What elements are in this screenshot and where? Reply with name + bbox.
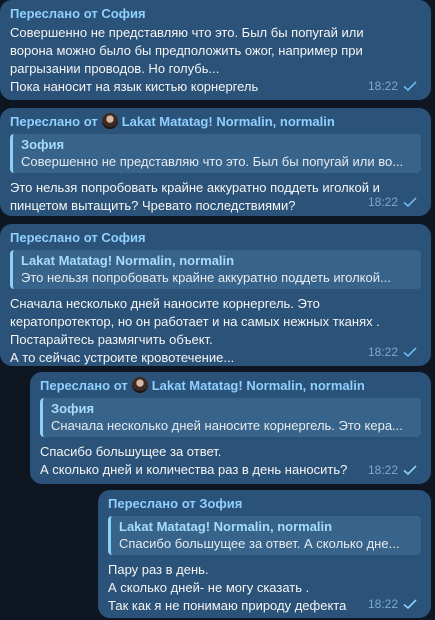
quote-text: Сначала несколько дней наносите корнерге… bbox=[51, 418, 403, 433]
message-text-line: Совершенно не представляю что это. Был б… bbox=[10, 25, 364, 40]
read-check-icon bbox=[403, 347, 417, 357]
read-check-icon bbox=[403, 81, 417, 91]
message-meta: 18:22 bbox=[368, 595, 417, 613]
message-text-line: Пока наносит на язык кистью корнергель bbox=[10, 79, 259, 94]
message-meta: 18:22 bbox=[368, 461, 417, 479]
forward-source-name[interactable]: Lakat Matatag! Normalin, normalin bbox=[122, 114, 335, 129]
message-text-line: рагрызании проводов. Но голубь... bbox=[10, 61, 220, 76]
quote-author: Зофия bbox=[51, 401, 95, 416]
message-text-line: А сколько дней и количества раз в день н… bbox=[40, 462, 348, 477]
message-time: 18:22 bbox=[367, 195, 398, 209]
message-meta: 18:22 bbox=[368, 193, 417, 211]
quote-text: Совершенно не представляю что это. Был б… bbox=[21, 154, 404, 169]
forward-header[interactable]: Переслано от Зофия bbox=[108, 494, 421, 514]
message-text-line: Это нельзя попробовать крайне аккуратно … bbox=[10, 180, 380, 195]
message-text-line: ворона можно было бы предположить ожог, … bbox=[10, 43, 363, 58]
forward-label: Переслано от bbox=[10, 6, 98, 21]
message-text-line: Пару раз в день. bbox=[108, 562, 209, 577]
quote-author: Зофия bbox=[21, 137, 65, 152]
forward-source-name[interactable]: Зофия bbox=[199, 496, 242, 511]
message-text-line: Спасибо большущее за ответ. bbox=[40, 444, 222, 459]
message-bubble[interactable]: Переслано от София Совершенно не предста… bbox=[0, 0, 431, 100]
message-text-line: Постарайтесь размягчить объект. bbox=[10, 332, 213, 347]
message-meta: 18:22 bbox=[368, 343, 417, 361]
forward-label: Переслано от bbox=[10, 230, 98, 245]
message-text-line: кератопротектор, но он работает и на сам… bbox=[10, 314, 380, 329]
message-text-line: пинцетом вытащить? Чревато последствиями… bbox=[10, 198, 296, 213]
read-check-icon bbox=[403, 599, 417, 609]
message-time: 18:22 bbox=[367, 597, 398, 611]
reply-quote[interactable]: Зофия Сначала несколько дней наносите ко… bbox=[40, 398, 421, 437]
message-bubble[interactable]: Переслано от София Lakat Matatag! Normal… bbox=[0, 224, 431, 366]
message-text-line: Сначала несколько дней наносите корнерге… bbox=[10, 296, 320, 311]
quote-author: Lakat Matatag! Normalin, normalin bbox=[21, 253, 235, 268]
sender-avatar[interactable] bbox=[101, 113, 118, 129]
message-meta: 18:22 bbox=[368, 77, 417, 95]
read-check-icon bbox=[403, 197, 417, 207]
quote-text: Это нельзя попробовать крайне аккуратно … bbox=[21, 270, 391, 285]
forward-label: Переслано от bbox=[10, 114, 98, 129]
forward-header[interactable]: Переслано от София bbox=[10, 228, 421, 248]
forward-header[interactable]: Переслано от София bbox=[10, 4, 421, 24]
forward-header[interactable]: Переслано от Lakat Matatag! Normalin, nor… bbox=[40, 376, 421, 396]
forward-label: Переслано от bbox=[108, 496, 196, 511]
forward-label: Переслано от bbox=[40, 378, 128, 393]
sender-avatar[interactable] bbox=[131, 377, 148, 393]
forward-source-name[interactable]: София bbox=[101, 230, 145, 245]
read-check-icon bbox=[403, 465, 417, 475]
message-time: 18:22 bbox=[367, 463, 398, 477]
reply-quote[interactable]: Lakat Matatag! Normalin, normalin Это не… bbox=[10, 250, 421, 289]
quote-text: Спасибо большущее за ответ. А сколько дн… bbox=[119, 536, 400, 551]
forward-header[interactable]: Переслано от Lakat Matatag! Normalin, nor… bbox=[10, 112, 421, 132]
forward-source-name[interactable]: София bbox=[101, 6, 145, 21]
message-time: 18:22 bbox=[367, 79, 398, 93]
chat-history[interactable]: Переслано от София Совершенно не предста… bbox=[0, 0, 435, 620]
message-time: 18:22 bbox=[367, 345, 398, 359]
message-bubble[interactable]: Переслано от Lakat Matatag! Normalin, nor… bbox=[0, 108, 431, 216]
quote-author: Lakat Matatag! Normalin, normalin bbox=[119, 519, 333, 534]
forward-source-name[interactable]: Lakat Matatag! Normalin, normalin bbox=[152, 378, 365, 393]
message-bubble[interactable]: Переслано от Зофия Lakat Matatag! Normal… bbox=[98, 490, 431, 618]
reply-quote[interactable]: Lakat Matatag! Normalin, normalin Спасиб… bbox=[108, 516, 421, 555]
message-bubble[interactable]: Переслано от Lakat Matatag! Normalin, nor… bbox=[30, 372, 431, 484]
reply-quote[interactable]: Зофия Совершенно не представляю что это.… bbox=[10, 134, 421, 173]
message-text-line: А то сейчас устроите кровотечение... bbox=[10, 350, 235, 365]
